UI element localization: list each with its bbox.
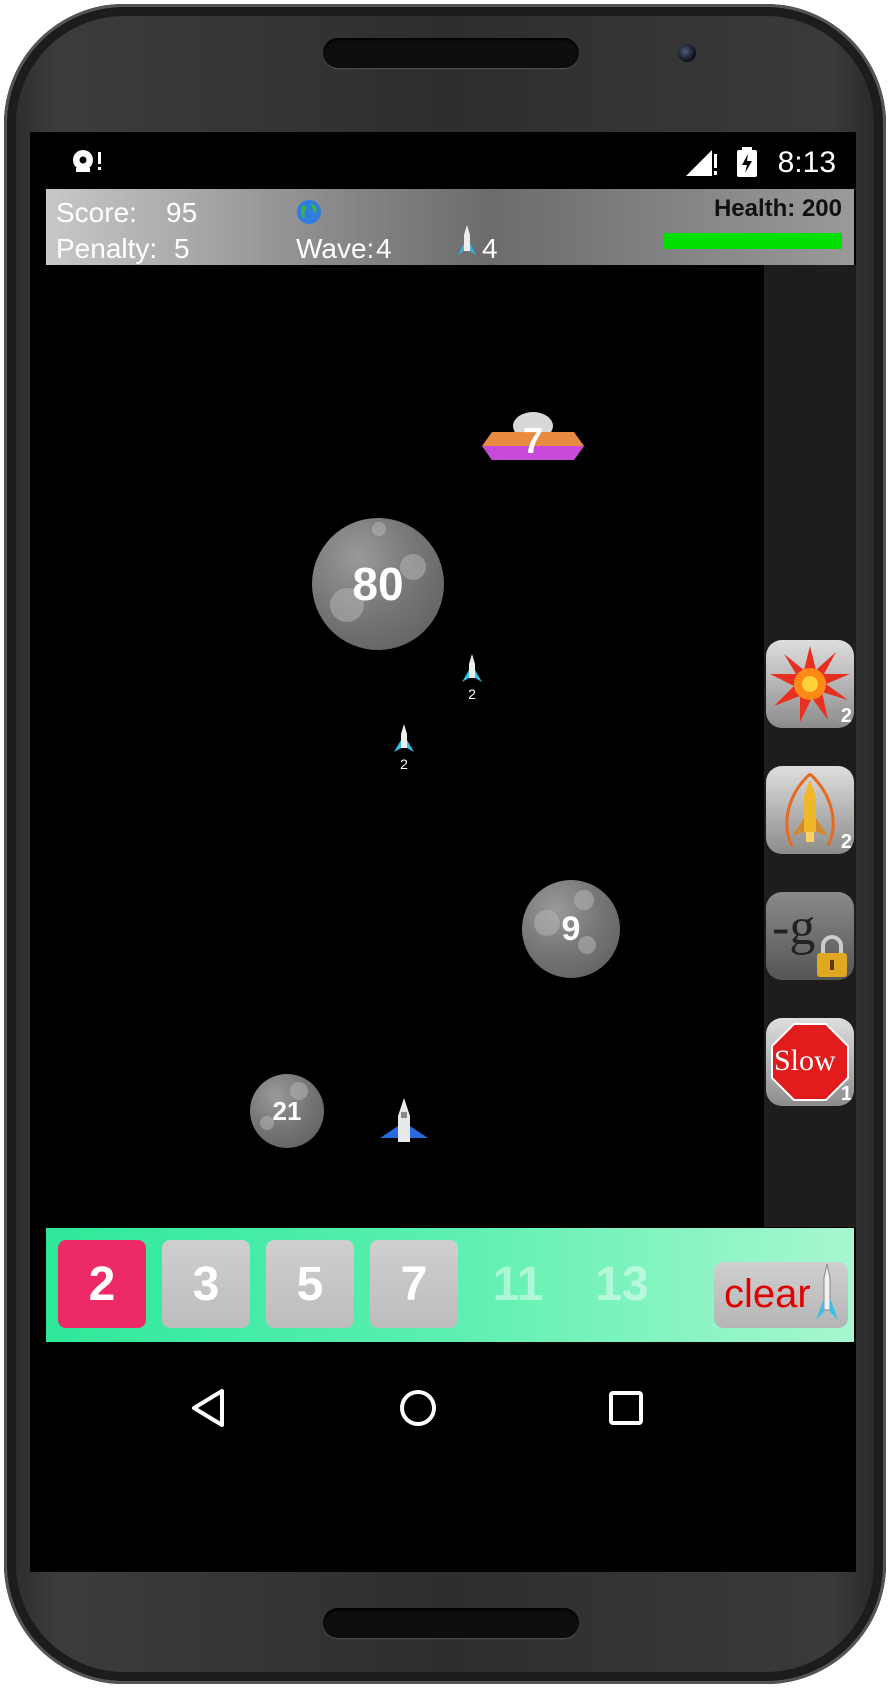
key-13[interactable]: 13 [578, 1240, 666, 1328]
wave-value: 4 [376, 233, 392, 264]
explosion-powerup-button[interactable]: 2 [766, 640, 854, 728]
key-7[interactable]: 7 [370, 1240, 458, 1328]
clock: 8:13 [777, 146, 836, 179]
key-3[interactable]: 3 [162, 1240, 250, 1328]
key-2[interactable]: 2 [58, 1240, 146, 1328]
lock-icon [817, 935, 847, 977]
phone-frame: 8:13 Score: 95 Penalty: 5 Wave: 4 4 Heal… [4, 4, 886, 1684]
rocket-boost-powerup-button[interactable]: 2 [766, 766, 854, 854]
signal-icon [686, 150, 717, 176]
front-camera [678, 44, 696, 62]
asteroid: 21 [250, 1074, 324, 1148]
rockets-value: 4 [482, 233, 498, 264]
explosion-count: 2 [840, 705, 852, 727]
slow-count: 1 [840, 1083, 852, 1105]
gravity-powerup-button[interactable]: -g [766, 892, 854, 980]
top-speaker [323, 38, 579, 68]
battery-icon [737, 147, 757, 177]
asteroid-value: 21 [272, 1095, 302, 1126]
key-11[interactable]: 11 [474, 1240, 562, 1328]
clear-button[interactable]: clear [714, 1262, 848, 1328]
asteroid-value: 9 [561, 909, 581, 948]
ufo-enemy: 7 [480, 410, 586, 466]
hud-bar: Score: 95 Penalty: 5 Wave: 4 4 Health: 2… [46, 189, 854, 265]
home-icon[interactable] [398, 1388, 438, 1428]
ufo-value: 7 [522, 420, 544, 461]
clear-label: clear [724, 1272, 811, 1316]
asteroid-value: 80 [352, 558, 404, 610]
asteroid: 9 [522, 880, 620, 978]
screen: 8:13 Score: 95 Penalty: 5 Wave: 4 4 Heal… [30, 132, 856, 1572]
player-ship-icon [380, 1098, 428, 1142]
score-value: 95 [166, 197, 198, 228]
health-bar [664, 233, 842, 249]
notification-icon [73, 150, 101, 172]
key-5[interactable]: 5 [266, 1240, 354, 1328]
status-bar: 8:13 [30, 132, 856, 188]
recents-icon[interactable] [608, 1390, 644, 1426]
missile-icon [462, 654, 482, 682]
missile-label: 2 [400, 756, 408, 772]
prime-keypad: 2 3 5 7 11 13 clear [46, 1228, 854, 1342]
wave-label: Wave: [296, 233, 375, 264]
missile: 2 [392, 724, 416, 774]
rocket-boost-count: 2 [840, 831, 852, 853]
missile: 2 [460, 654, 484, 704]
bottom-speaker [323, 1608, 579, 1638]
slow-label: Slow [774, 1044, 836, 1077]
health-label: Health: 200 [713, 195, 842, 222]
penalty-value: 5 [174, 233, 190, 264]
penalty-label: Penalty: [56, 233, 158, 264]
slow-powerup-button[interactable]: Slow 1 [766, 1018, 854, 1106]
gravity-label: -g [772, 899, 816, 956]
rocket-count-icon [458, 225, 476, 255]
asteroid: 80 [312, 518, 444, 650]
rocket-icon [816, 1264, 838, 1320]
back-icon[interactable] [190, 1388, 226, 1428]
score-label: Score: [56, 197, 137, 228]
missile-icon [394, 724, 414, 752]
globe-icon [297, 200, 321, 224]
missile-label: 2 [468, 686, 476, 702]
